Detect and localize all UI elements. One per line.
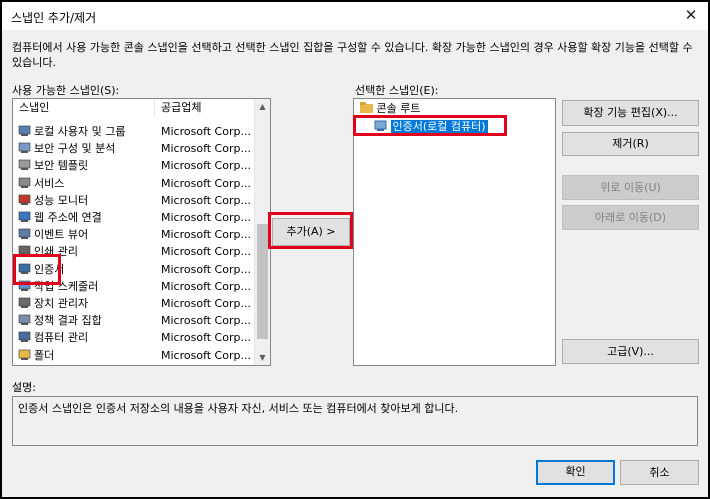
snapin-vendor: Microsoft Corp... <box>161 211 251 224</box>
web-icon <box>18 211 31 223</box>
cancel-button[interactable]: 취소 <box>620 460 699 485</box>
snapin-name: 성능 모니터 <box>34 193 89 207</box>
scroll-up-icon[interactable]: ▲ <box>255 99 270 114</box>
folder-icon <box>360 102 373 113</box>
list-item[interactable]: 작업 스케줄러 Microsoft Corp... <box>13 278 258 295</box>
folder-icon <box>18 349 31 361</box>
list-item[interactable]: 인증서 Microsoft Corp... <box>13 261 258 278</box>
tree-item-certificates-local[interactable]: 인증서(로컬 컴퓨터) <box>374 119 488 135</box>
tree-item-console-root[interactable]: 콘솔 루트 <box>360 101 420 117</box>
add-remove-snapin-dialog: 스냅인 추가/제거 ✕ 컴퓨터에서 사용 가능한 콘솔 스냅인을 선택하고 선택… <box>2 2 708 497</box>
move-down-button[interactable]: 아래로 이동(D) <box>562 205 699 230</box>
list-item[interactable]: 보안 구성 및 분석 Microsoft Corp... <box>13 140 258 157</box>
move-up-button[interactable]: 위로 이동(U) <box>562 175 699 200</box>
description-box: 인증서 스냅인은 인증서 저장소의 내용을 사용자 자신, 서비스 또는 컴퓨터… <box>12 396 698 446</box>
scroll-down-icon[interactable]: ▼ <box>255 350 270 365</box>
snapin-name: 이벤트 뷰어 <box>34 228 89 242</box>
snapin-vendor: Microsoft Corp... <box>161 245 251 259</box>
column-header-vendor[interactable]: 공급업체 <box>155 99 255 117</box>
title-bar: 스냅인 추가/제거 ✕ <box>2 2 708 30</box>
available-snapins-label: 사용 가능한 스냅인(S): <box>12 84 120 97</box>
available-snapins-list[interactable]: 스냅인 공급업체 로컬 사용자 및 그룹 Microsoft Corp... 보안 … <box>12 98 271 366</box>
snapin-vendor: Microsoft Corp... <box>161 142 251 156</box>
device-manager-icon <box>18 297 31 309</box>
snapin-vendor: Microsoft Corp... <box>161 348 251 362</box>
snapin-vendor: Microsoft Corp... <box>161 331 251 345</box>
console-root-label: 콘솔 루트 <box>376 102 421 115</box>
list-item[interactable]: 이벤트 뷰어 Microsoft Corp... <box>13 226 258 243</box>
users-icon <box>18 125 31 137</box>
certificate-icon <box>374 120 387 131</box>
description-label: 설명: <box>12 381 36 394</box>
snapin-name: 정책 결과 집합 <box>34 314 102 328</box>
list-item[interactable]: 서비스 Microsoft Corp... <box>13 175 258 192</box>
snapin-name: 보안 템플릿 <box>34 159 89 173</box>
snapin-name: 인증서 <box>34 262 65 276</box>
snapin-name: 폴더 <box>34 348 55 362</box>
snapin-name: 컴퓨터 관리 <box>34 331 89 345</box>
scroll-thumb[interactable] <box>257 224 268 339</box>
list-item[interactable]: 장치 관리자 Microsoft Corp... <box>13 295 258 312</box>
snapin-name: 장치 관리자 <box>34 297 89 310</box>
printer-icon <box>18 245 31 257</box>
column-header-snapin[interactable]: 스냅인 <box>13 99 155 117</box>
snapin-vendor: Microsoft Corp... <box>161 159 251 173</box>
snapin-vendor: Microsoft Corp... <box>161 176 251 190</box>
list-item[interactable]: 성능 모니터 Microsoft Corp... <box>13 192 258 209</box>
list-item[interactable]: 컴퓨터 관리 Microsoft Corp... <box>13 329 258 346</box>
certificates-local-label: 인증서(로컬 컴퓨터) <box>390 120 488 133</box>
certificate-icon <box>18 263 31 275</box>
add-button[interactable]: 추가(A) > <box>272 218 350 246</box>
policy-icon <box>18 314 31 326</box>
vertical-scrollbar[interactable]: ▲ ▼ <box>254 99 270 365</box>
event-viewer-icon <box>18 228 31 240</box>
snapin-vendor: Microsoft Corp... <box>161 228 251 242</box>
snapin-vendor: Microsoft Corp... <box>161 193 251 207</box>
snapin-name: 보안 구성 및 분석 <box>34 142 116 156</box>
list-item[interactable]: 웹 주소에 연결 Microsoft Corp... <box>13 209 258 226</box>
list-item[interactable]: 폴더 Microsoft Corp... <box>13 347 258 364</box>
performance-icon <box>18 194 31 206</box>
selected-snapins-tree[interactable]: 콘솔 루트 인증서(로컬 컴퓨터) <box>353 98 556 366</box>
remove-button[interactable]: 제거(R) <box>562 132 699 156</box>
snapin-name: 로컬 사용자 및 그룹 <box>34 125 126 138</box>
window-title: 스냅인 추가/제거 <box>11 11 97 25</box>
snapin-vendor: Microsoft Corp... <box>161 279 251 293</box>
security-config-icon <box>18 142 31 154</box>
computer-icon <box>18 331 31 343</box>
list-item[interactable]: 로컬 사용자 및 그룹 Microsoft Corp... <box>13 123 258 140</box>
scheduler-icon <box>18 280 31 292</box>
advanced-button[interactable]: 고급(V)... <box>562 339 699 364</box>
snapin-vendor: Microsoft Corp... <box>161 314 251 328</box>
dialog-description: 컴퓨터에서 사용 가능한 콘솔 스냅인을 선택하고 선택한 스냅인 집합을 구성… <box>12 41 693 69</box>
snapin-name: 서비스 <box>34 176 65 190</box>
edit-extensions-button[interactable]: 확장 기능 편집(X)... <box>562 100 699 126</box>
list-item[interactable]: 인쇄 관리 Microsoft Corp... <box>13 243 258 260</box>
snapin-vendor: Microsoft Corp... <box>161 297 251 310</box>
selected-snapins-label: 선택한 스냅인(E): <box>355 84 439 97</box>
list-item[interactable]: 정책 결과 집합 Microsoft Corp... <box>13 312 258 329</box>
ok-button[interactable]: 확인 <box>536 460 615 485</box>
list-item[interactable]: 보안 템플릿 Microsoft Corp... <box>13 157 258 174</box>
gear-icon <box>18 177 31 189</box>
close-icon[interactable]: ✕ <box>680 4 702 26</box>
snapin-name: 인쇄 관리 <box>34 245 78 259</box>
snapin-name: 웹 주소에 연결 <box>34 211 102 224</box>
snapin-vendor: Microsoft Corp... <box>161 262 251 276</box>
template-icon <box>18 159 31 171</box>
snapin-vendor: Microsoft Corp... <box>161 125 251 138</box>
snapin-name: 작업 스케줄러 <box>34 279 99 293</box>
